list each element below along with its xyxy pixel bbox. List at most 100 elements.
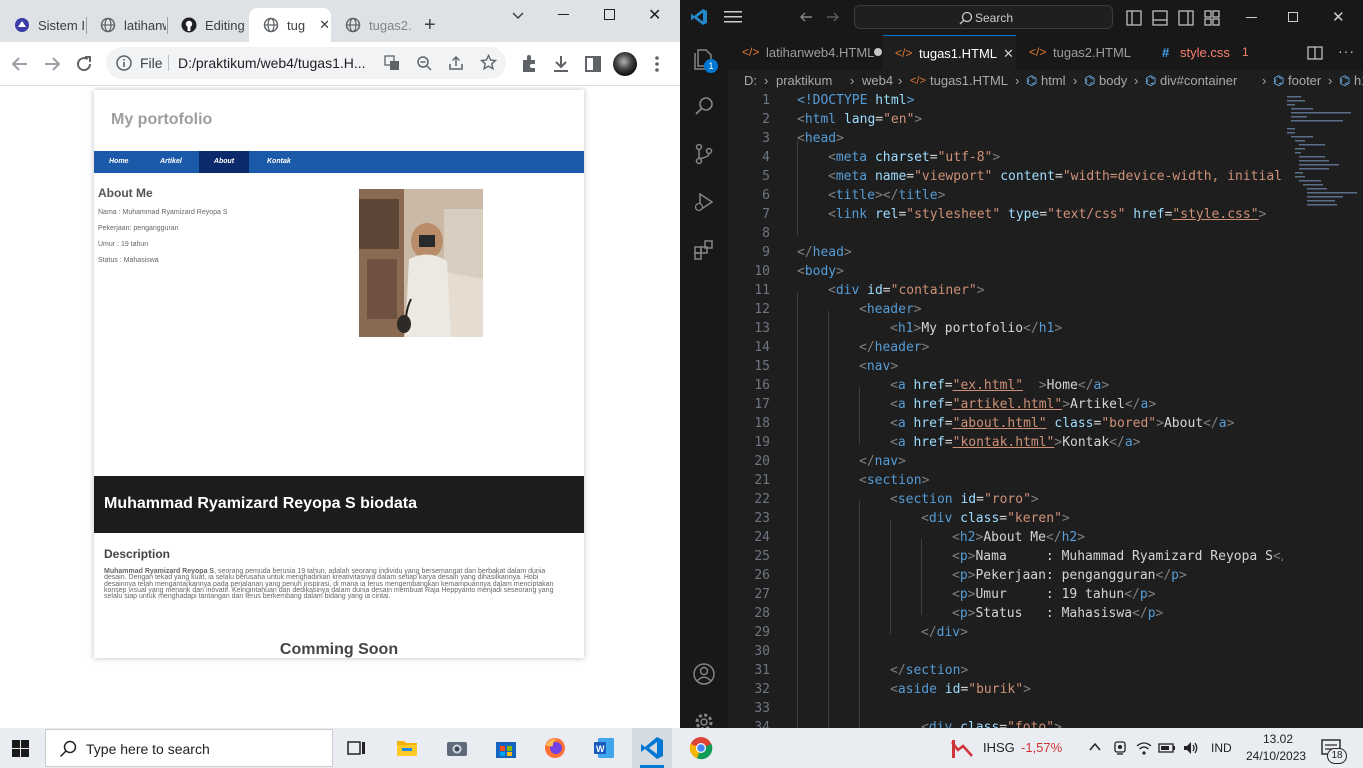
word-icon[interactable]: W xyxy=(592,736,616,760)
download-icon[interactable] xyxy=(549,52,573,76)
reload-icon[interactable] xyxy=(72,52,96,76)
new-tab-icon[interactable]: + xyxy=(424,14,436,37)
minimize-icon[interactable] xyxy=(558,14,569,15)
hamburger-menu-icon[interactable] xyxy=(724,10,742,24)
nav-link-kontak[interactable]: Kontak xyxy=(267,151,291,173)
more-actions-icon[interactable]: ··· xyxy=(1338,43,1355,59)
zoom-icon[interactable] xyxy=(416,55,432,71)
volume-icon[interactable] xyxy=(1182,740,1200,756)
tab-search-icon[interactable] xyxy=(510,8,526,24)
source-control-icon[interactable] xyxy=(692,142,716,166)
breadcrumb-item[interactable]: praktikum xyxy=(776,70,832,92)
toggle-panel-icon[interactable] xyxy=(1152,10,1168,26)
close-window-icon[interactable]: ✕ xyxy=(648,5,661,25)
clock-time[interactable]: 13.02 xyxy=(1263,732,1293,746)
tab-tugas1[interactable]: tug ✕ xyxy=(249,8,331,42)
tab-editing[interactable]: Editing xyxy=(167,8,249,42)
line-number: 11 xyxy=(754,283,770,298)
minimize-icon[interactable] xyxy=(1246,17,1257,18)
profile-avatar[interactable] xyxy=(613,52,637,76)
info-icon[interactable] xyxy=(116,55,132,71)
code-line: <nav> xyxy=(859,359,899,374)
breadcrumb-item[interactable]: html xyxy=(1041,70,1066,92)
manage-gear-icon[interactable] xyxy=(692,710,716,728)
breadcrumb-item[interactable]: D: xyxy=(744,70,757,92)
input-language[interactable]: IND xyxy=(1211,741,1232,755)
code-line: <div class="keren"> xyxy=(921,511,1070,526)
toggle-secondary-sidebar-icon[interactable] xyxy=(1178,10,1194,26)
tab-tugas2[interactable]: tugas2. xyxy=(331,8,411,42)
close-window-icon[interactable]: ✕ xyxy=(1332,8,1345,26)
stock-name[interactable]: IHSG xyxy=(983,740,1015,755)
accounts-icon[interactable] xyxy=(692,662,716,686)
chevron-right-icon: › xyxy=(1262,73,1267,88)
url-text[interactable]: D:/praktikum/web4/tugas1.H... xyxy=(178,55,366,71)
nav-link-about[interactable]: About xyxy=(199,151,249,173)
tab-label: tugas2. xyxy=(369,17,411,33)
nav-forward-icon[interactable] xyxy=(825,9,841,25)
side-panel-icon[interactable] xyxy=(581,52,605,76)
editor-tab-latihanweb4[interactable]: </> latihanweb4.HTML xyxy=(728,35,882,70)
extensions-icon[interactable] xyxy=(692,238,716,262)
breadcrumb-item[interactable]: div#container xyxy=(1160,70,1237,92)
clock-date[interactable]: 24/10/2023 xyxy=(1246,749,1306,763)
breadcrumb-item[interactable]: footer xyxy=(1288,70,1321,92)
nav-back-icon[interactable] xyxy=(798,9,814,25)
breadcrumb-item[interactable]: h1 xyxy=(1354,70,1363,92)
microsoft-store-icon[interactable] xyxy=(494,736,518,760)
minimap[interactable] xyxy=(1283,92,1363,728)
run-debug-icon[interactable] xyxy=(692,190,716,214)
forward-icon[interactable] xyxy=(40,52,64,76)
line-number: 29 xyxy=(754,625,770,640)
toggle-sidebar-icon[interactable] xyxy=(1126,10,1142,26)
maximize-icon[interactable] xyxy=(1288,12,1298,22)
tab-sistem[interactable]: Sistem I xyxy=(0,8,85,42)
breadcrumb-item[interactable]: body xyxy=(1099,70,1127,92)
customize-layout-icon[interactable] xyxy=(1204,10,1220,26)
task-view-icon[interactable] xyxy=(345,736,369,760)
nav-link-home[interactable]: Home xyxy=(109,151,128,173)
code-editor[interactable]: 1 2 3 4 5 6 7 8 9 10 11 12 13 14 15 16 1… xyxy=(728,92,1290,728)
network-icon[interactable] xyxy=(1136,740,1152,756)
translate-icon[interactable] xyxy=(384,55,400,71)
maximize-icon[interactable] xyxy=(604,9,615,20)
chevron-up-icon[interactable] xyxy=(1088,740,1102,754)
editor-tab-tugas2[interactable]: </> tugas2.HTML xyxy=(1017,35,1145,70)
comming-soon-heading: Comming Soon xyxy=(279,641,399,658)
page-viewport: My portofolio Home Artikel About Kontak … xyxy=(0,87,680,728)
line-number: 24 xyxy=(754,530,770,545)
editor-tab-tugas1[interactable]: </> tugas1.HTML ✕ xyxy=(883,35,1016,70)
back-icon[interactable] xyxy=(8,52,32,76)
nav-link-artikel[interactable]: Artikel xyxy=(160,151,182,173)
unsaved-dot-icon[interactable] xyxy=(874,48,882,56)
close-tab-icon[interactable]: ✕ xyxy=(319,17,330,33)
firefox-icon[interactable] xyxy=(543,736,567,760)
search-icon[interactable] xyxy=(692,94,716,118)
code-line: <a href="about.html" class="bored">About… xyxy=(890,416,1235,431)
bookmark-star-icon[interactable] xyxy=(480,54,497,71)
breadcrumb-item[interactable]: web4 xyxy=(862,70,893,92)
vscode-taskbar-active[interactable] xyxy=(632,728,672,768)
meet-now-icon[interactable] xyxy=(1112,740,1128,756)
chevron-right-icon: › xyxy=(1134,73,1139,88)
extensions-icon[interactable] xyxy=(517,52,541,76)
split-editor-icon[interactable] xyxy=(1307,45,1323,61)
battery-icon[interactable] xyxy=(1158,740,1176,756)
indent-guide xyxy=(828,311,829,728)
breadcrumb-item[interactable]: tugas1.HTML xyxy=(930,70,1008,92)
windows-start-icon[interactable] xyxy=(12,740,29,757)
command-center-search[interactable]: Search xyxy=(854,5,1113,29)
about-heading: About Me xyxy=(98,186,153,200)
taskbar-search[interactable]: Type here to search xyxy=(45,729,333,767)
file-explorer-icon[interactable] xyxy=(395,736,419,760)
camera-app-icon[interactable] xyxy=(445,736,469,760)
address-bar[interactable]: File D:/praktikum/web4/tugas1.H... xyxy=(106,47,506,79)
share-icon[interactable] xyxy=(448,55,464,71)
tab-latihan[interactable]: latihanw xyxy=(86,8,166,42)
code-line: <h2>About Me</h2> xyxy=(952,530,1086,545)
editor-tab-style[interactable]: # style.css 1 xyxy=(1146,35,1256,70)
stock-change[interactable]: -1,57% xyxy=(1021,740,1062,755)
menu-kebab-icon[interactable] xyxy=(645,52,669,76)
chrome-icon[interactable] xyxy=(689,736,713,760)
close-tab-icon[interactable]: ✕ xyxy=(1003,36,1014,71)
